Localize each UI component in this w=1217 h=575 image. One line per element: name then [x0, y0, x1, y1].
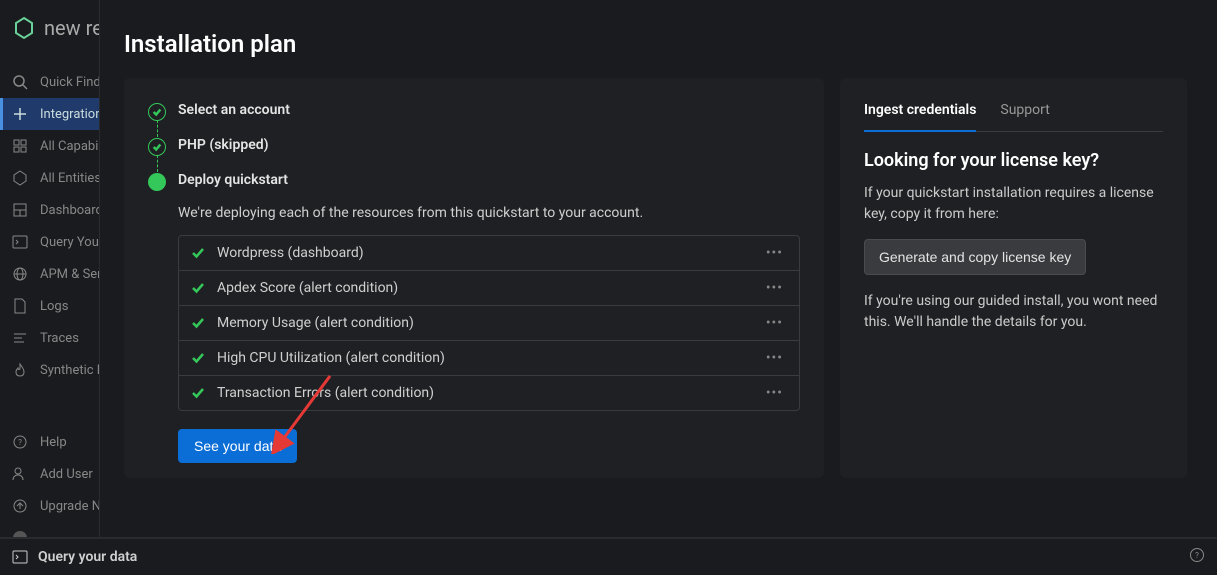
resource-row: High CPU Utilization (alert condition) •… — [179, 340, 799, 375]
help-icon[interactable]: ? — [1189, 547, 1205, 567]
sidebar-item-label: Synthetic M — [40, 363, 100, 378]
sidebar-item-apm[interactable]: APM & Ser — [0, 258, 99, 290]
hexagon-icon — [12, 170, 28, 186]
terminal-icon — [12, 234, 28, 250]
checkmark-icon — [148, 103, 166, 121]
file-icon — [12, 298, 28, 314]
tabs: Ingest credentials Support — [864, 102, 1163, 132]
see-your-data-button[interactable]: See your data — [178, 429, 297, 463]
newrelic-icon — [12, 16, 36, 40]
step-label: PHP (skipped) — [178, 137, 269, 153]
svg-text:?: ? — [18, 438, 22, 447]
sidebar-item-label: Quick Find — [40, 75, 100, 90]
help-icon: ? — [12, 434, 28, 450]
install-panel: Select an account PHP (skipped) Deploy q… — [124, 78, 824, 478]
dashboard-icon — [12, 202, 28, 218]
checkmark-icon — [191, 281, 205, 295]
more-button[interactable]: ••• — [762, 245, 787, 261]
sidebar-item-label: All Capabili — [40, 139, 100, 154]
more-button[interactable]: ••• — [762, 350, 787, 366]
checkmark-icon — [148, 138, 166, 156]
resource-label: Wordpress (dashboard) — [217, 245, 762, 261]
sidebar-item-label: APM & Ser — [40, 267, 100, 282]
more-button[interactable]: ••• — [762, 315, 787, 331]
step-connector — [157, 155, 158, 172]
resource-row: Wordpress (dashboard) ••• — [179, 236, 799, 270]
bottombar: Query your data ? — [0, 537, 1217, 575]
sidebar-item-synthetic[interactable]: Synthetic M — [0, 354, 99, 386]
sidebar-item-label: Dashboard — [40, 203, 100, 218]
step-connector — [157, 120, 158, 137]
tab-support[interactable]: Support — [1000, 102, 1049, 131]
page-title: Installation plan — [124, 30, 1187, 58]
sidebar-item-capabilities[interactable]: All Capabili — [0, 130, 99, 162]
sidebar-item-label: Upgrade N — [40, 499, 100, 514]
search-icon — [12, 74, 28, 90]
globe-icon — [12, 266, 28, 282]
step-php: PHP (skipped) — [148, 137, 800, 172]
brand-text: new re — [44, 16, 100, 40]
checkmark-icon — [191, 316, 205, 330]
credentials-title: Looking for your license key? — [864, 150, 1163, 171]
sidebar-item-label: All Entities — [40, 171, 100, 186]
step-deploy: Deploy quickstart — [148, 172, 800, 195]
resource-label: Apdex Score (alert condition) — [217, 280, 762, 296]
resource-row: Memory Usage (alert condition) ••• — [179, 305, 799, 340]
sidebar-item-upgrade[interactable]: Upgrade N — [0, 490, 99, 522]
tab-ingest-credentials[interactable]: Ingest credentials — [864, 102, 976, 132]
credentials-text: If you're using our guided install, you … — [864, 291, 1163, 333]
sidebar-item-dashboard[interactable]: Dashboard — [0, 194, 99, 226]
terminal-icon — [12, 549, 28, 565]
credentials-panel: Ingest credentials Support Looking for y… — [840, 78, 1187, 478]
step-select-account: Select an account — [148, 102, 800, 137]
sidebar-item-label: Traces — [40, 331, 79, 346]
sidebar: new re Quick Find Integration All Capabi… — [0, 0, 100, 575]
checkmark-icon — [191, 246, 205, 260]
sidebar-item-label: Add User — [40, 467, 93, 482]
credentials-text: If your quickstart installation requires… — [864, 183, 1163, 225]
sidebar-item-adduser[interactable]: Add User — [0, 458, 99, 490]
sidebar-item-integration[interactable]: Integration — [0, 98, 99, 130]
checkmark-icon — [191, 386, 205, 400]
main-content: Installation plan Select an account PHP … — [100, 0, 1217, 537]
bottombar-label: Query your data — [38, 549, 137, 565]
resource-row: Apdex Score (alert condition) ••• — [179, 270, 799, 305]
grid-icon — [12, 138, 28, 154]
query-your-data-button[interactable]: Query your data — [12, 549, 137, 565]
brand-logo: new re — [0, 0, 99, 56]
sidebar-item-logs[interactable]: Logs — [0, 290, 99, 322]
traces-icon — [12, 330, 28, 346]
fire-icon — [12, 362, 28, 378]
sidebar-item-help[interactable]: ? Help — [0, 426, 99, 458]
current-step-icon — [148, 173, 166, 191]
generate-license-button[interactable]: Generate and copy license key — [864, 239, 1086, 275]
sidebar-item-query[interactable]: Query Your — [0, 226, 99, 258]
checkmark-icon — [191, 351, 205, 365]
sidebar-item-label: Query Your — [40, 235, 100, 250]
deploy-description: We're deploying each of the resources fr… — [178, 205, 800, 221]
more-button[interactable]: ••• — [762, 280, 787, 296]
resource-label: Memory Usage (alert condition) — [217, 315, 762, 331]
arrow-up-circle-icon — [12, 498, 28, 514]
resource-label: High CPU Utilization (alert condition) — [217, 350, 762, 366]
sidebar-item-label: Logs — [40, 299, 68, 314]
user-plus-icon — [12, 466, 28, 482]
step-label: Select an account — [178, 102, 290, 118]
resource-list: Wordpress (dashboard) ••• Apdex Score (a… — [178, 235, 800, 411]
sidebar-item-entities[interactable]: All Entities — [0, 162, 99, 194]
sidebar-item-label: Integration — [40, 107, 100, 122]
more-button[interactable]: ••• — [762, 385, 787, 401]
resource-row: Transaction Errors (alert condition) ••• — [179, 375, 799, 410]
sidebar-item-traces[interactable]: Traces — [0, 322, 99, 354]
sidebar-item-label: Help — [40, 435, 67, 450]
resource-label: Transaction Errors (alert condition) — [217, 385, 762, 401]
svg-text:?: ? — [1195, 551, 1199, 560]
plus-icon — [12, 106, 28, 122]
step-label: Deploy quickstart — [178, 172, 288, 188]
sidebar-item-quickfind[interactable]: Quick Find — [0, 66, 99, 98]
